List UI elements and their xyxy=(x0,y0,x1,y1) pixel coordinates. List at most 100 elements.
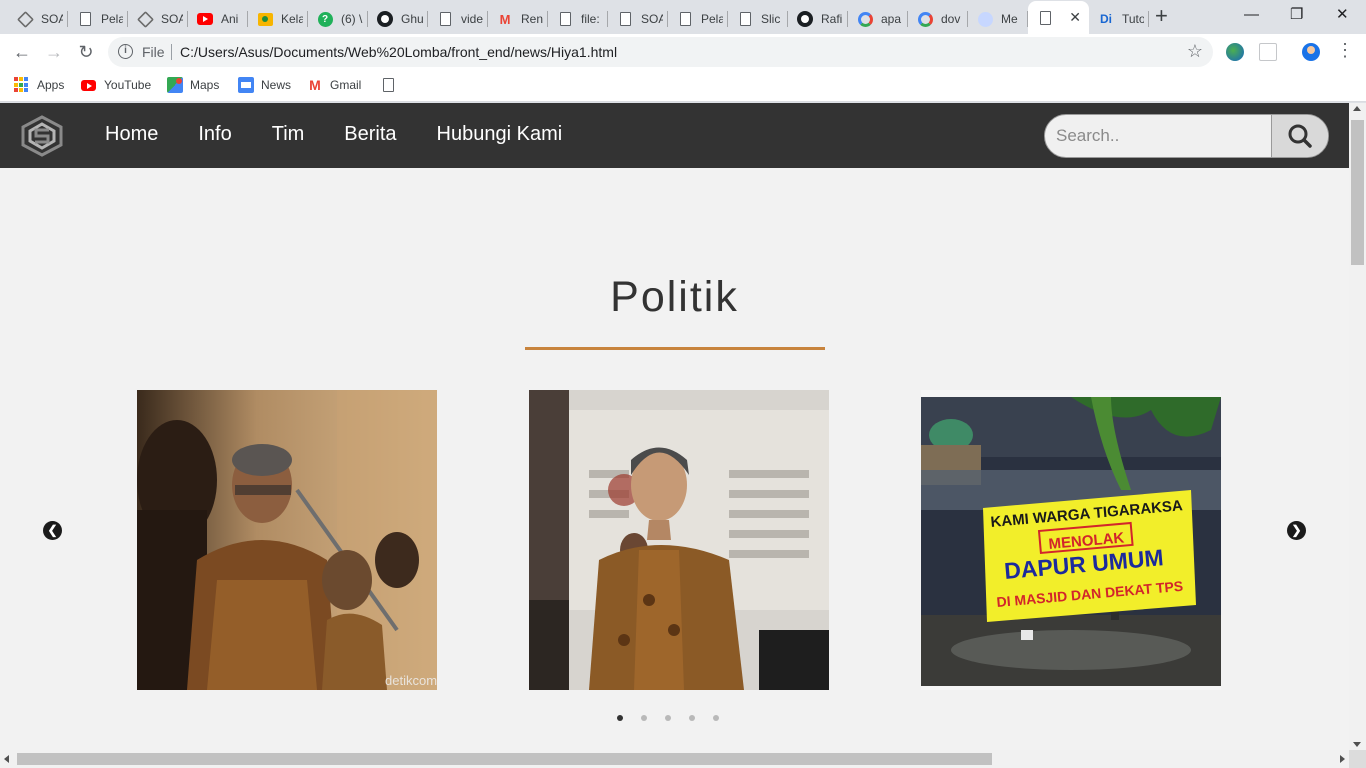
scrollbar-corner xyxy=(1349,750,1366,768)
nav-link-info[interactable]: Info xyxy=(198,123,231,146)
browser-tab[interactable]: SOA xyxy=(608,4,668,34)
nav-link-berita[interactable]: Berita xyxy=(344,123,396,146)
bookmark-document[interactable] xyxy=(380,77,403,93)
browser-tab[interactable]: Slic xyxy=(728,4,788,34)
address-bar[interactable]: i File C:/Users/Asus/Documents/Web%20Lom… xyxy=(108,37,1213,67)
carousel-prev-button[interactable]: ❮ xyxy=(43,521,62,540)
scroll-right-arrow-icon[interactable] xyxy=(1340,755,1345,763)
browser-tab[interactable]: SOA xyxy=(128,4,188,34)
back-button[interactable]: ← xyxy=(10,40,34,64)
news-image-meeting: detikcom xyxy=(137,390,437,690)
globe-extension-icon[interactable] xyxy=(1226,43,1244,61)
browser-tab[interactable]: ? (6) \ xyxy=(308,4,368,34)
carousel-dots xyxy=(617,715,737,721)
browser-tab[interactable]: Kela xyxy=(248,4,308,34)
browser-tab[interactable]: M Ren xyxy=(488,4,548,34)
forward-button[interactable]: → xyxy=(42,40,66,64)
document-icon xyxy=(617,11,633,27)
browser-tab[interactable]: Me xyxy=(968,4,1028,34)
bookmark-gmail[interactable]: M Gmail xyxy=(307,77,361,93)
title-underline xyxy=(525,347,825,350)
browser-tab[interactable]: Ani xyxy=(188,4,248,34)
browser-tab[interactable]: file: xyxy=(548,4,608,34)
bookmark-apps[interactable]: Apps xyxy=(14,77,64,93)
browser-tab[interactable]: Pela xyxy=(668,4,728,34)
bookmark-news[interactable]: News xyxy=(238,77,291,93)
news-card-1[interactable]: detikcom xyxy=(137,390,437,690)
tab-title: Me xyxy=(1001,12,1018,26)
info-icon[interactable]: i xyxy=(118,44,133,59)
extension-icon[interactable] xyxy=(1259,43,1277,61)
close-window-button[interactable]: ✕ xyxy=(1336,5,1349,25)
document-icon xyxy=(1037,10,1053,26)
carousel-dot[interactable] xyxy=(665,715,671,721)
bookmark-youtube[interactable]: YouTube xyxy=(81,77,151,93)
search-input[interactable] xyxy=(1045,115,1273,157)
scroll-left-arrow-icon[interactable] xyxy=(4,755,9,763)
site-logo-icon[interactable] xyxy=(19,114,65,158)
vertical-scroll-thumb[interactable] xyxy=(1351,120,1364,265)
close-tab-icon[interactable]: ✕ xyxy=(1069,9,1081,25)
carousel-next-button[interactable]: ❯ xyxy=(1287,521,1306,540)
bookmark-star-icon[interactable]: ☆ xyxy=(1187,41,1203,62)
carousel-dot[interactable] xyxy=(689,715,695,721)
tab-title: Ghu xyxy=(401,12,423,26)
browser-tab[interactable]: Rafi xyxy=(788,4,848,34)
soa-icon xyxy=(16,10,34,28)
url-scheme: File xyxy=(142,44,165,60)
scroll-down-arrow-icon[interactable] xyxy=(1353,742,1361,747)
vertical-scrollbar[interactable] xyxy=(1349,103,1366,750)
carousel-dot[interactable] xyxy=(713,715,719,721)
browser-tab[interactable]: Ghu xyxy=(368,4,428,34)
document-icon xyxy=(737,11,753,27)
news-card-2[interactable] xyxy=(529,390,829,690)
browser-tab[interactable]: dov xyxy=(908,4,968,34)
browser-tab[interactable]: Di Tuto xyxy=(1089,4,1149,34)
tab-title: vide xyxy=(461,12,483,26)
profile-avatar[interactable] xyxy=(1302,43,1320,61)
browser-tab[interactable]: Pela xyxy=(68,4,128,34)
minimize-button[interactable]: — xyxy=(1244,5,1259,25)
site-search xyxy=(1044,114,1329,158)
github-icon xyxy=(797,11,813,27)
browser-tab[interactable]: SOA xyxy=(8,4,68,34)
url-text[interactable]: C:/Users/Asus/Documents/Web%20Lomba/fron… xyxy=(180,44,617,60)
wave-icon xyxy=(977,11,993,27)
browser-tab[interactable]: vide xyxy=(428,4,488,34)
scroll-up-arrow-icon[interactable] xyxy=(1353,106,1361,111)
search-button[interactable] xyxy=(1271,115,1328,157)
document-icon xyxy=(380,77,396,93)
nav-link-tim[interactable]: Tim xyxy=(272,123,305,146)
tab-separator xyxy=(1148,11,1149,27)
reload-button[interactable]: ↻ xyxy=(74,40,98,64)
news-image-portrait xyxy=(529,390,829,690)
gmail-icon: M xyxy=(309,77,321,93)
menu-kebab-icon[interactable]: ⋮ xyxy=(1336,40,1354,61)
search-icon xyxy=(1288,124,1312,148)
google-icon xyxy=(857,11,873,27)
tab-title: Pela xyxy=(701,12,723,26)
nav-links: Home Info Tim Berita Hubungi Kami xyxy=(105,123,602,146)
maximize-button[interactable]: ❐ xyxy=(1290,5,1303,25)
browser-tab[interactable]: apa xyxy=(848,4,908,34)
google-icon xyxy=(917,11,933,27)
classroom-icon xyxy=(257,11,273,27)
horizontal-scrollbar[interactable] xyxy=(0,750,1349,768)
image-watermark: detikcom xyxy=(385,673,437,688)
di-icon: Di xyxy=(1100,12,1112,26)
new-tab-button[interactable]: + xyxy=(1155,5,1168,27)
bookmark-maps[interactable]: Maps xyxy=(167,77,219,93)
nav-link-hubungi-kami[interactable]: Hubungi Kami xyxy=(437,123,563,146)
tab-title: dov xyxy=(941,12,961,26)
tab-title: (6) \ xyxy=(341,12,363,26)
horizontal-scroll-thumb[interactable] xyxy=(17,753,992,765)
tab-title: SOA xyxy=(161,12,183,26)
bookmark-label: YouTube xyxy=(104,78,152,92)
bookmark-label: Maps xyxy=(190,78,220,92)
carousel-dot[interactable] xyxy=(641,715,647,721)
carousel-dot[interactable] xyxy=(617,715,623,721)
news-card-3[interactable]: KAMI WARGA TIGARAKSA MENOLAK DAPUR UMUM … xyxy=(921,390,1221,690)
nav-link-home[interactable]: Home xyxy=(105,123,158,146)
youtube-icon xyxy=(197,11,213,27)
browser-tab[interactable]: ✕ xyxy=(1028,1,1089,34)
